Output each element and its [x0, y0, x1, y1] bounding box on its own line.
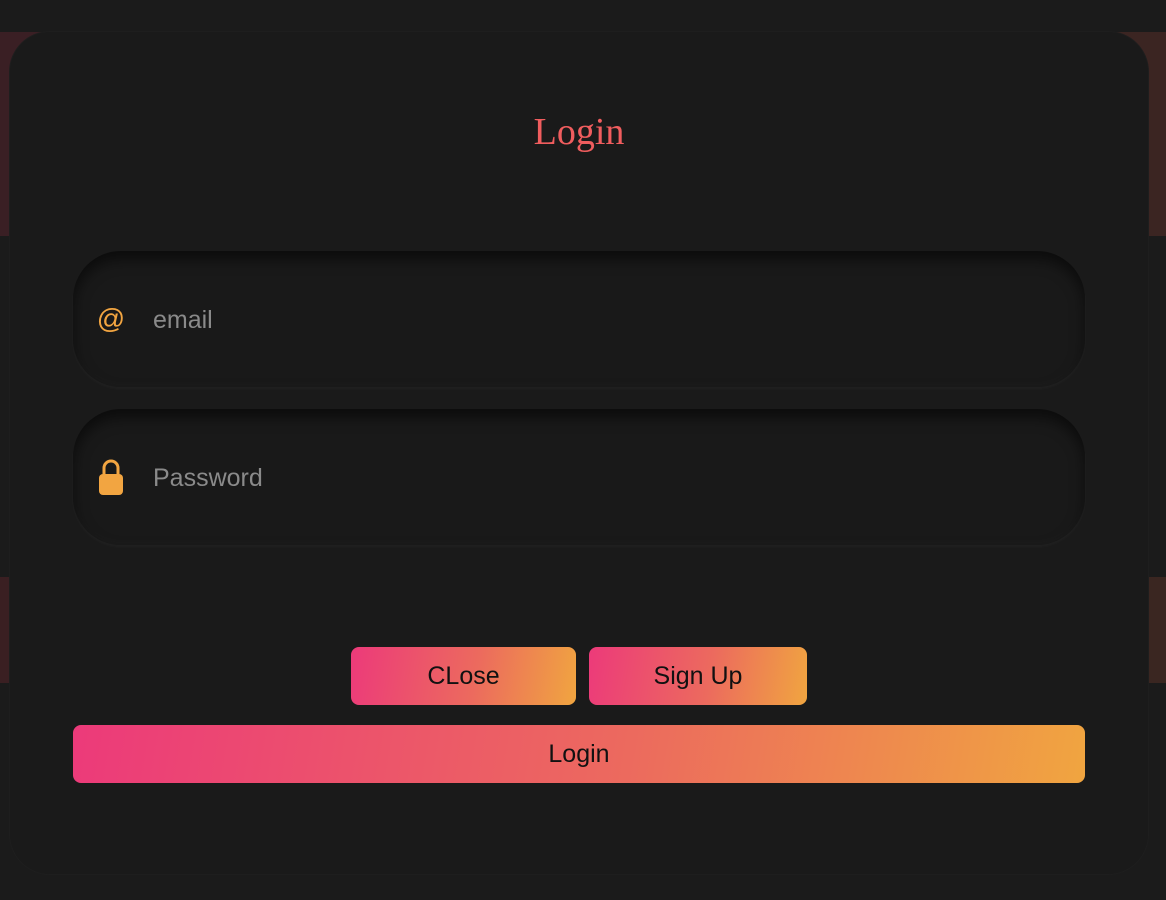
- modal-title: Login: [533, 111, 625, 153]
- login-modal: Login @ CLose Sign Up Login: [10, 32, 1148, 874]
- email-field[interactable]: @: [73, 251, 1085, 389]
- login-button[interactable]: Login: [73, 725, 1085, 783]
- sign-up-button[interactable]: Sign Up: [589, 647, 807, 705]
- password-field[interactable]: [73, 409, 1085, 547]
- lock-icon: [95, 459, 127, 495]
- close-button[interactable]: CLose: [351, 647, 576, 705]
- password-input[interactable]: [151, 409, 1055, 547]
- email-input[interactable]: [151, 251, 1055, 389]
- at-sign-icon: @: [96, 303, 126, 334]
